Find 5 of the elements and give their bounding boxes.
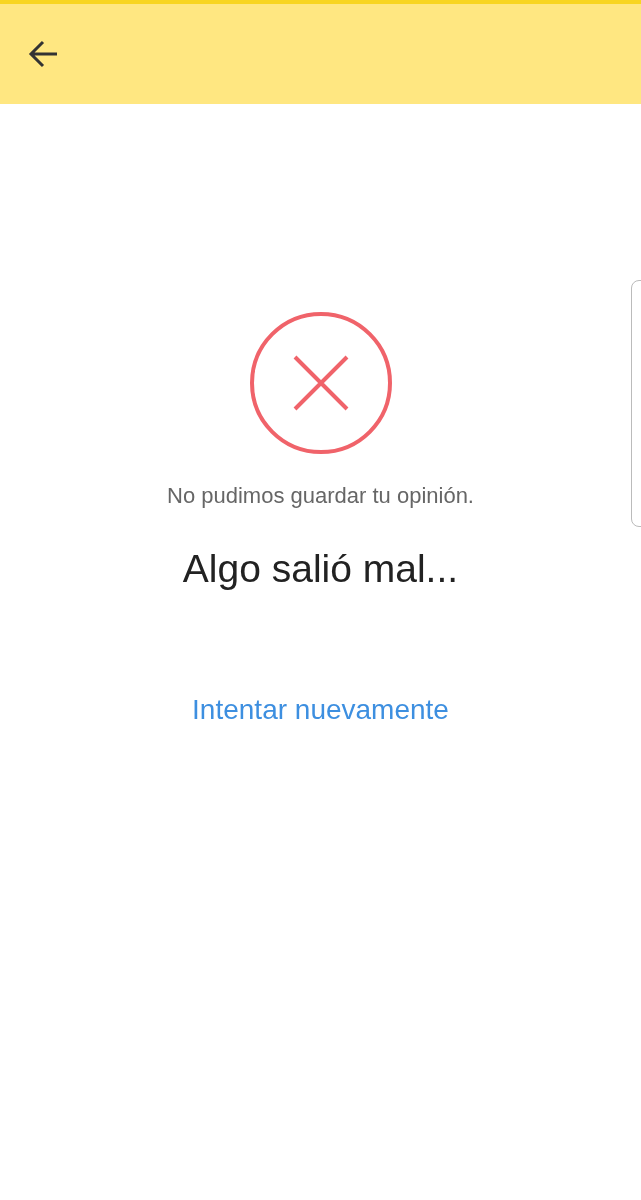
error-title: Algo salió mal... [182, 547, 459, 591]
back-arrow-icon [28, 40, 58, 68]
error-message: No pudimos guardar tu opinión. [167, 483, 474, 509]
error-icon [248, 311, 393, 455]
retry-link[interactable]: Intentar nuevamente [192, 694, 449, 726]
